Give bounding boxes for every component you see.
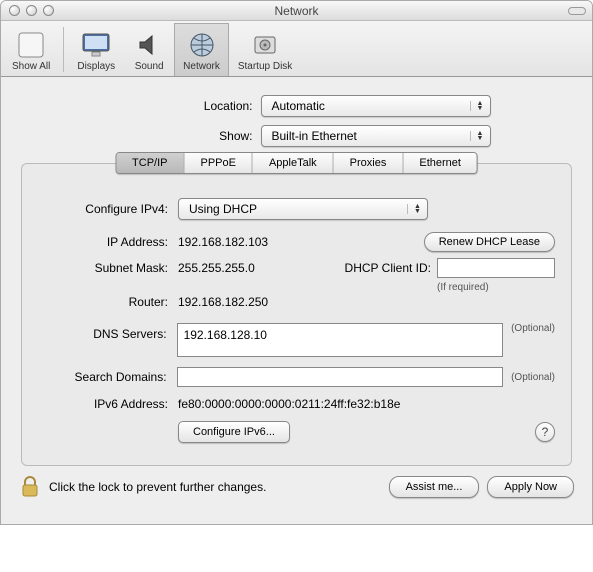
tabs-bar: TCP/IP PPPoE AppleTalk Proxies Ethernet bbox=[115, 152, 478, 174]
dhcp-client-id-input[interactable] bbox=[437, 258, 555, 278]
apple-grid-icon bbox=[15, 29, 47, 61]
toolbar-label: Startup Disk bbox=[238, 61, 292, 72]
dhcp-client-id-hint: (If required) bbox=[437, 282, 555, 293]
lock-icon[interactable] bbox=[19, 476, 41, 498]
toolbar-separator bbox=[63, 27, 64, 72]
toolbar-label: Displays bbox=[77, 61, 115, 72]
toolbar-show-all[interactable]: Show All bbox=[3, 23, 59, 76]
subnet-mask-label: Subnet Mask: bbox=[38, 261, 168, 275]
configure-ipv4-select[interactable]: Using DHCP ▲▼ bbox=[178, 198, 428, 220]
titlebar: Network bbox=[1, 1, 592, 21]
location-select[interactable]: Automatic ▲▼ bbox=[261, 95, 491, 117]
footer: Click the lock to prevent further change… bbox=[1, 466, 592, 512]
tab-ethernet[interactable]: Ethernet bbox=[403, 153, 477, 173]
configure-ipv4-value: Using DHCP bbox=[189, 202, 257, 216]
toolbar: Show All Displays Sound Network Startup bbox=[1, 21, 592, 77]
dns-optional-hint: (Optional) bbox=[511, 323, 555, 334]
tab-pppoe[interactable]: PPPoE bbox=[185, 153, 253, 173]
toolbar-sound[interactable]: Sound bbox=[124, 23, 174, 76]
apply-now-button[interactable]: Apply Now bbox=[487, 476, 574, 498]
globe-icon bbox=[186, 29, 218, 61]
ipv6-address-label: IPv6 Address: bbox=[38, 397, 168, 411]
toolbar-pill-button[interactable] bbox=[568, 7, 586, 15]
select-arrows-icon: ▲▼ bbox=[470, 131, 486, 141]
ipv6-address-value: fe80:0000:0000:0000:0211:24ff:fe32:b18e bbox=[178, 397, 400, 411]
subnet-mask-value: 255.255.255.0 bbox=[178, 261, 308, 275]
location-label: Location: bbox=[103, 99, 253, 113]
ip-address-value: 192.168.182.103 bbox=[178, 235, 358, 249]
dns-servers-label: DNS Servers: bbox=[38, 323, 167, 341]
display-icon bbox=[80, 29, 112, 61]
toolbar-label: Sound bbox=[135, 61, 164, 72]
ip-address-label: IP Address: bbox=[38, 235, 168, 249]
toolbar-startup-disk[interactable]: Startup Disk bbox=[229, 23, 301, 76]
tab-appletalk[interactable]: AppleTalk bbox=[253, 153, 334, 173]
configure-ipv6-button[interactable]: Configure IPv6... bbox=[178, 421, 290, 443]
search-domains-label: Search Domains: bbox=[38, 370, 167, 384]
renew-dhcp-lease-button[interactable]: Renew DHCP Lease bbox=[424, 232, 555, 252]
select-arrows-icon: ▲▼ bbox=[470, 101, 486, 111]
search-domains-optional-hint: (Optional) bbox=[511, 372, 555, 383]
configure-ipv4-label: Configure IPv4: bbox=[38, 202, 168, 216]
tab-tcpip[interactable]: TCP/IP bbox=[116, 153, 184, 173]
router-value: 192.168.182.250 bbox=[178, 295, 268, 309]
settings-tabset: TCP/IP PPPoE AppleTalk Proxies Ethernet … bbox=[21, 163, 572, 466]
show-select[interactable]: Built-in Ethernet ▲▼ bbox=[261, 125, 491, 147]
dhcp-client-id-label: DHCP Client ID: bbox=[345, 261, 431, 275]
select-arrows-icon: ▲▼ bbox=[407, 204, 423, 214]
toolbar-displays[interactable]: Displays bbox=[68, 23, 124, 76]
window-title: Network bbox=[1, 4, 592, 18]
content-area: Location: Automatic ▲▼ Show: Built-in Et… bbox=[1, 77, 592, 524]
toolbar-label: Show All bbox=[12, 61, 50, 72]
lock-text: Click the lock to prevent further change… bbox=[49, 480, 266, 494]
show-label: Show: bbox=[103, 129, 253, 143]
assist-me-button[interactable]: Assist me... bbox=[389, 476, 480, 498]
toolbar-label: Network bbox=[183, 61, 220, 72]
disk-icon bbox=[249, 29, 281, 61]
router-label: Router: bbox=[38, 295, 168, 309]
toolbar-network[interactable]: Network bbox=[174, 23, 229, 76]
help-button[interactable]: ? bbox=[535, 422, 555, 442]
show-select-value: Built-in Ethernet bbox=[272, 129, 357, 143]
search-domains-input[interactable] bbox=[177, 367, 504, 387]
dns-servers-input[interactable] bbox=[177, 323, 504, 357]
location-select-value: Automatic bbox=[272, 99, 325, 113]
tab-proxies[interactable]: Proxies bbox=[334, 153, 404, 173]
speaker-icon bbox=[133, 29, 165, 61]
